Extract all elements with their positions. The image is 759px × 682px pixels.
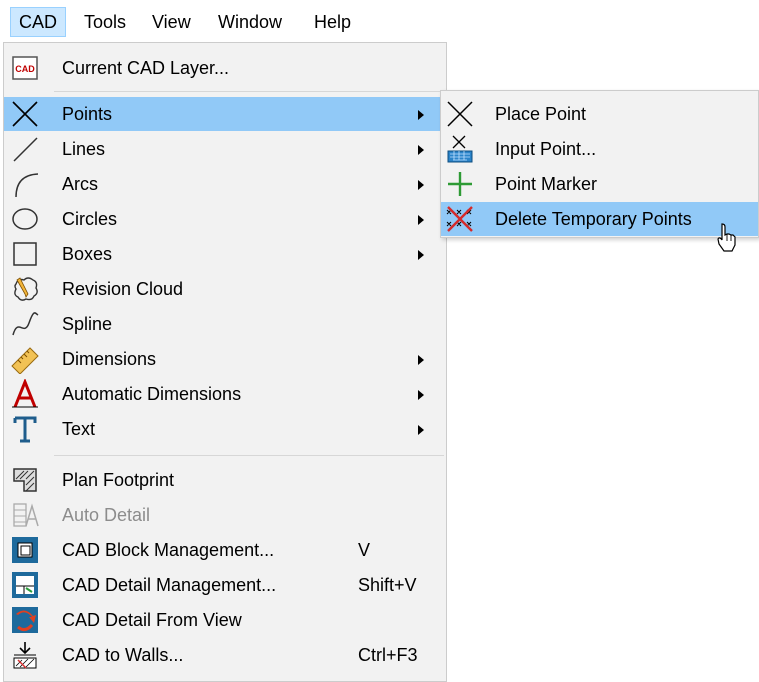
menu-item-cad-to-walls[interactable]: CAD to Walls... Ctrl+F3 — [4, 638, 446, 672]
chevron-right-icon — [418, 145, 424, 155]
menu-item-dimensions[interactable]: Dimensions — [4, 342, 446, 376]
input-point-icon — [445, 134, 477, 164]
cad-layer-icon: CAD — [10, 53, 42, 83]
menu-item-points[interactable]: Points — [4, 97, 446, 131]
chevron-right-icon — [418, 425, 424, 435]
menu-item-revision-cloud[interactable]: Revision Cloud — [4, 272, 446, 306]
shortcut-label: V — [358, 540, 371, 560]
menu-item-label: Current CAD Layer... — [62, 58, 230, 78]
menu-item-label: CAD Block Management... — [62, 540, 275, 560]
shortcut-label: Shift+V — [358, 575, 417, 595]
mouse-pointer-icon — [716, 222, 738, 254]
menu-separator — [54, 91, 444, 92]
cad-layer-icon-text: CAD — [15, 64, 35, 74]
menu-item-label: CAD Detail From View — [62, 610, 242, 630]
menu-item-label: Dimensions — [62, 349, 157, 369]
auto-dimension-icon — [10, 379, 42, 409]
menu-item-arcs[interactable]: Arcs — [4, 167, 446, 201]
menu-item-current-cad-layer[interactable]: CAD Current CAD Layer... — [4, 51, 446, 85]
menu-item-circles[interactable]: Circles — [4, 202, 446, 236]
points-submenu: Place Point Input Point... Point Marker … — [440, 90, 759, 238]
menu-item-label: CAD Detail Management... — [62, 575, 277, 595]
chevron-right-icon — [418, 355, 424, 365]
menu-item-label: Revision Cloud — [62, 279, 184, 299]
menu-item-cad-detail-management[interactable]: CAD Detail Management... Shift+V — [4, 568, 446, 602]
menu-view[interactable]: View — [144, 8, 199, 36]
line-icon — [10, 134, 42, 164]
submenu-item-delete-temporary-points[interactable]: Delete Temporary Points — [441, 202, 758, 236]
menu-item-label: Spline — [62, 314, 113, 334]
chevron-right-icon — [418, 215, 424, 225]
menu-item-label: Arcs — [62, 174, 98, 194]
menu-item-label: Points — [62, 104, 113, 124]
box-icon — [10, 239, 42, 269]
menu-separator — [54, 455, 444, 456]
text-icon — [10, 414, 42, 444]
menu-cad[interactable]: CAD — [10, 7, 67, 37]
chevron-right-icon — [418, 180, 424, 190]
cad-to-walls-icon — [10, 640, 42, 670]
menu-item-lines[interactable]: Lines — [4, 132, 446, 166]
chevron-right-icon — [418, 110, 424, 120]
menu-item-label: CAD to Walls... — [62, 645, 184, 665]
chevron-right-icon — [418, 390, 424, 400]
menu-help[interactable]: Help — [306, 8, 359, 36]
revision-cloud-icon — [10, 274, 42, 304]
place-point-icon — [445, 99, 477, 129]
menu-item-plan-footprint[interactable]: Plan Footprint — [4, 463, 446, 497]
menu-item-label: Boxes — [62, 244, 113, 264]
shortcut-label: Ctrl+F3 — [358, 645, 418, 665]
menu-item-automatic-dimensions[interactable]: Automatic Dimensions — [4, 377, 446, 411]
menu-bar: CAD Tools View Window Help — [0, 0, 759, 44]
chevron-right-icon — [418, 250, 424, 260]
menu-item-label: Circles — [62, 209, 118, 229]
menu-item-label: Auto Detail — [62, 505, 151, 525]
point-x-icon — [10, 99, 42, 129]
circle-icon — [10, 204, 42, 234]
menu-item-label: Lines — [62, 139, 106, 159]
auto-detail-icon — [10, 500, 42, 530]
cad-dropdown-menu: CAD Current CAD Layer... Points Lines Ar… — [3, 42, 447, 682]
menu-window[interactable]: Window — [210, 8, 290, 36]
menu-item-boxes[interactable]: Boxes — [4, 237, 446, 271]
menu-item-cad-block-management[interactable]: CAD Block Management... V — [4, 533, 446, 567]
plan-footprint-icon — [10, 465, 42, 495]
delete-temporary-points-icon — [445, 204, 477, 234]
menu-tools[interactable]: Tools — [76, 8, 134, 36]
submenu-item-input-point[interactable]: Input Point... — [441, 132, 758, 166]
submenu-item-label: Delete Temporary Points — [495, 209, 692, 229]
spline-icon — [10, 309, 42, 339]
block-management-icon — [10, 535, 42, 565]
menu-item-cad-detail-from-view[interactable]: CAD Detail From View — [4, 603, 446, 637]
submenu-item-label: Point Marker — [495, 174, 598, 194]
menu-item-label: Automatic Dimensions — [62, 384, 242, 404]
arc-icon — [10, 169, 42, 199]
menu-item-auto-detail: Auto Detail — [4, 498, 446, 532]
ruler-icon — [10, 344, 42, 374]
submenu-item-point-marker[interactable]: Point Marker — [441, 167, 758, 201]
point-marker-icon — [445, 169, 477, 199]
menu-item-spline[interactable]: Spline — [4, 307, 446, 341]
submenu-item-place-point[interactable]: Place Point — [441, 97, 758, 131]
submenu-item-label: Place Point — [495, 104, 587, 124]
detail-management-icon — [10, 570, 42, 600]
menu-item-label: Text — [62, 419, 96, 439]
menu-item-label: Plan Footprint — [62, 470, 175, 490]
menu-item-text[interactable]: Text — [4, 412, 446, 446]
submenu-item-label: Input Point... — [495, 139, 597, 159]
detail-from-view-icon — [10, 605, 42, 635]
